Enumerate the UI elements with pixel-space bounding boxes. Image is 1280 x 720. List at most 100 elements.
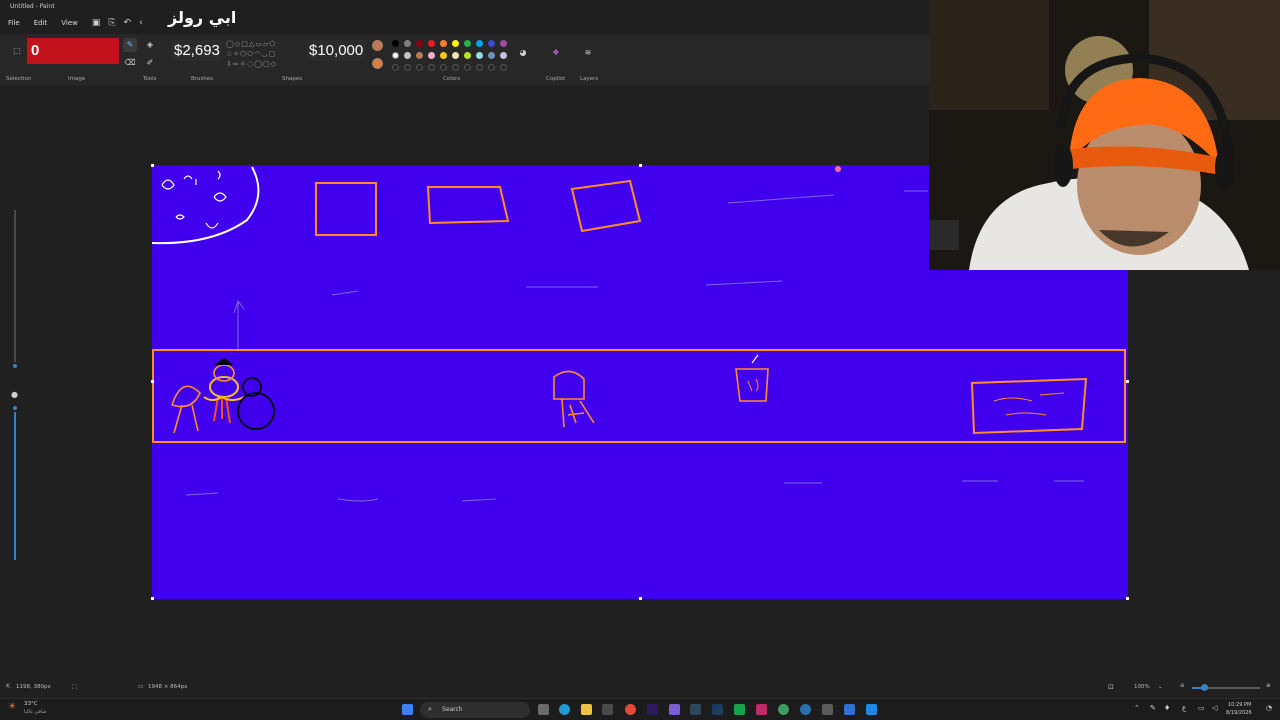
palette-swatch[interactable]	[488, 40, 495, 47]
app-icon-2[interactable]	[669, 704, 680, 715]
resize-handle-bl[interactable]	[151, 597, 154, 600]
palette-swatch[interactable]	[392, 52, 399, 59]
app-icon-1[interactable]	[602, 704, 613, 715]
share-icon[interactable]: ⎘	[108, 18, 115, 28]
tray-chevron-icon[interactable]: ⌃	[1134, 704, 1140, 712]
color-2-swatch[interactable]	[372, 58, 383, 69]
palette-swatch[interactable]	[440, 40, 447, 47]
file-explorer-icon[interactable]	[581, 704, 592, 715]
palette-swatch[interactable]	[428, 52, 435, 59]
premiere-icon[interactable]	[647, 704, 658, 715]
redo-icon[interactable]: ‹	[139, 18, 143, 28]
layers-icon[interactable]: ≋	[581, 46, 595, 60]
copilot-icon[interactable]: ❖	[549, 46, 563, 60]
pencil-icon[interactable]: ✎	[123, 38, 137, 52]
fill-icon[interactable]: ◈	[143, 38, 157, 52]
stream-overlay-title: ابي رولز	[168, 8, 237, 27]
menu-edit[interactable]: Edit	[34, 19, 48, 27]
palette-swatch[interactable]	[500, 40, 507, 47]
zoom-level[interactable]: 100%	[1134, 684, 1150, 690]
palette-custom-slot[interactable]	[452, 64, 459, 71]
shapes-gallery[interactable]: ◯◇□△▭▱⬠ ☆✧⬡⬭◠◡▢ ⇩⇨☼◌◯▢◇	[226, 39, 306, 71]
palette-swatch[interactable]	[392, 40, 399, 47]
app-icon-3[interactable]	[756, 704, 767, 715]
palette-custom-slot[interactable]	[440, 64, 447, 71]
app-icon-5[interactable]	[800, 704, 811, 715]
volume-icon[interactable]: ◁	[1212, 704, 1217, 712]
microphone-icon[interactable]: ♦	[1164, 704, 1170, 712]
palette-swatch[interactable]	[416, 52, 423, 59]
clock-time[interactable]: 10:29 PM	[1228, 702, 1251, 708]
palette-swatch[interactable]	[452, 52, 459, 59]
search-placeholder: Search	[442, 706, 463, 713]
palette-custom-slot[interactable]	[488, 64, 495, 71]
notifications-icon[interactable]: ◔	[1266, 704, 1272, 712]
settings-icon[interactable]	[822, 704, 833, 715]
xbox-icon[interactable]	[734, 704, 745, 715]
menu-file[interactable]: File	[8, 19, 20, 27]
group-brushes-label: Brushes	[191, 76, 214, 82]
paint-icon[interactable]	[866, 704, 877, 715]
color-wheel-icon[interactable]: ◕	[516, 46, 530, 60]
weather-icon[interactable]: ☀	[8, 702, 16, 712]
group-image-label: Image	[68, 76, 86, 82]
zoom-slider-thumb[interactable]	[1201, 684, 1208, 691]
resize-handle-b[interactable]	[639, 597, 642, 600]
palette-custom-slot[interactable]	[500, 64, 507, 71]
network-icon[interactable]: ▭	[1198, 704, 1205, 712]
menu-view[interactable]: View	[61, 19, 78, 27]
palette-swatch[interactable]	[452, 40, 459, 47]
palette-swatch[interactable]	[476, 52, 483, 59]
undo-icon[interactable]: ↶	[124, 18, 132, 28]
resize-handle-t[interactable]	[639, 164, 642, 167]
brush-size-slider[interactable]	[11, 362, 19, 370]
palette-custom-slot[interactable]	[416, 64, 423, 71]
palette-swatch[interactable]	[428, 40, 435, 47]
resize-handle-r[interactable]	[1126, 380, 1129, 383]
palette-custom-slot[interactable]	[464, 64, 471, 71]
eraser-icon[interactable]: ⌫	[123, 56, 137, 70]
palette-swatch[interactable]	[464, 40, 471, 47]
task-view-icon[interactable]	[538, 704, 549, 715]
palette-swatch[interactable]	[404, 52, 411, 59]
language-icon[interactable]: ع	[1182, 704, 1186, 712]
palette-swatch[interactable]	[416, 40, 423, 47]
palette-custom-slot[interactable]	[476, 64, 483, 71]
cursor-icon: ⇱	[6, 684, 11, 690]
left-rail: ●	[0, 86, 30, 676]
palette-swatch[interactable]	[500, 52, 507, 59]
chrome-icon[interactable]	[625, 704, 636, 715]
group-selection-label: Selection	[6, 76, 32, 82]
photoshop-icon[interactable]	[712, 704, 723, 715]
clock-date[interactable]: 8/19/2026	[1226, 710, 1252, 716]
group-copilot-label: Copilot	[546, 76, 566, 82]
tray-icon-1[interactable]: ✎	[1150, 704, 1156, 712]
start-icon[interactable]	[402, 704, 413, 715]
zoom-in-icon[interactable]: ⊕	[1266, 683, 1271, 689]
app-icon-4[interactable]	[778, 704, 789, 715]
palette-swatch[interactable]	[488, 52, 495, 59]
palette-custom-slot[interactable]	[404, 64, 411, 71]
opacity-slider[interactable]	[11, 404, 19, 412]
app-icon-6[interactable]	[844, 704, 855, 715]
resize-handle-br[interactable]	[1126, 597, 1129, 600]
resize-handle-l[interactable]	[151, 380, 154, 383]
taskbar-search[interactable]: ⌕ Search	[420, 702, 530, 718]
palette-swatch[interactable]	[440, 52, 447, 59]
edge-icon[interactable]	[559, 704, 570, 715]
fit-icon[interactable]: ⊡	[1108, 683, 1114, 691]
status-bar: ⇱ 1198, 380px ⬚ ▭ 1948 × 864px ⊡ 100% ⌄ …	[0, 680, 1280, 696]
save-icon[interactable]: ▣	[92, 18, 101, 28]
palette-custom-slot[interactable]	[392, 64, 399, 71]
palette-swatch[interactable]	[476, 40, 483, 47]
palette-custom-slot[interactable]	[428, 64, 435, 71]
chevron-down-icon[interactable]: ⌄	[1158, 684, 1163, 690]
selection-icon[interactable]: ⬚	[10, 44, 24, 58]
zoom-out-icon[interactable]: ⊖	[1180, 683, 1185, 689]
steam-icon[interactable]	[690, 704, 701, 715]
color-1-swatch[interactable]	[372, 40, 383, 51]
picker-icon[interactable]: ✐	[143, 56, 157, 70]
palette-swatch[interactable]	[404, 40, 411, 47]
resize-handle-tl[interactable]	[151, 164, 154, 167]
palette-swatch[interactable]	[464, 52, 471, 59]
